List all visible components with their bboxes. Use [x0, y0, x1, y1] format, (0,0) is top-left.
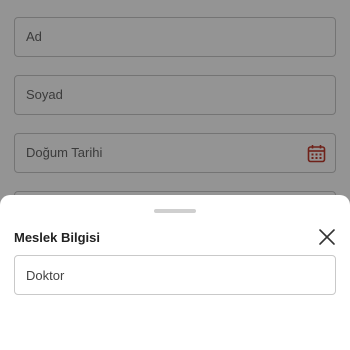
sheet-grabber-handle[interactable]	[154, 209, 196, 213]
close-icon[interactable]	[318, 228, 336, 246]
profession-field[interactable]: Doktor	[14, 255, 336, 295]
profession-value: Doktor	[26, 268, 65, 283]
sheet-title: Meslek Bilgisi	[14, 230, 100, 245]
profession-bottom-sheet: Meslek Bilgisi Doktor	[0, 195, 350, 350]
